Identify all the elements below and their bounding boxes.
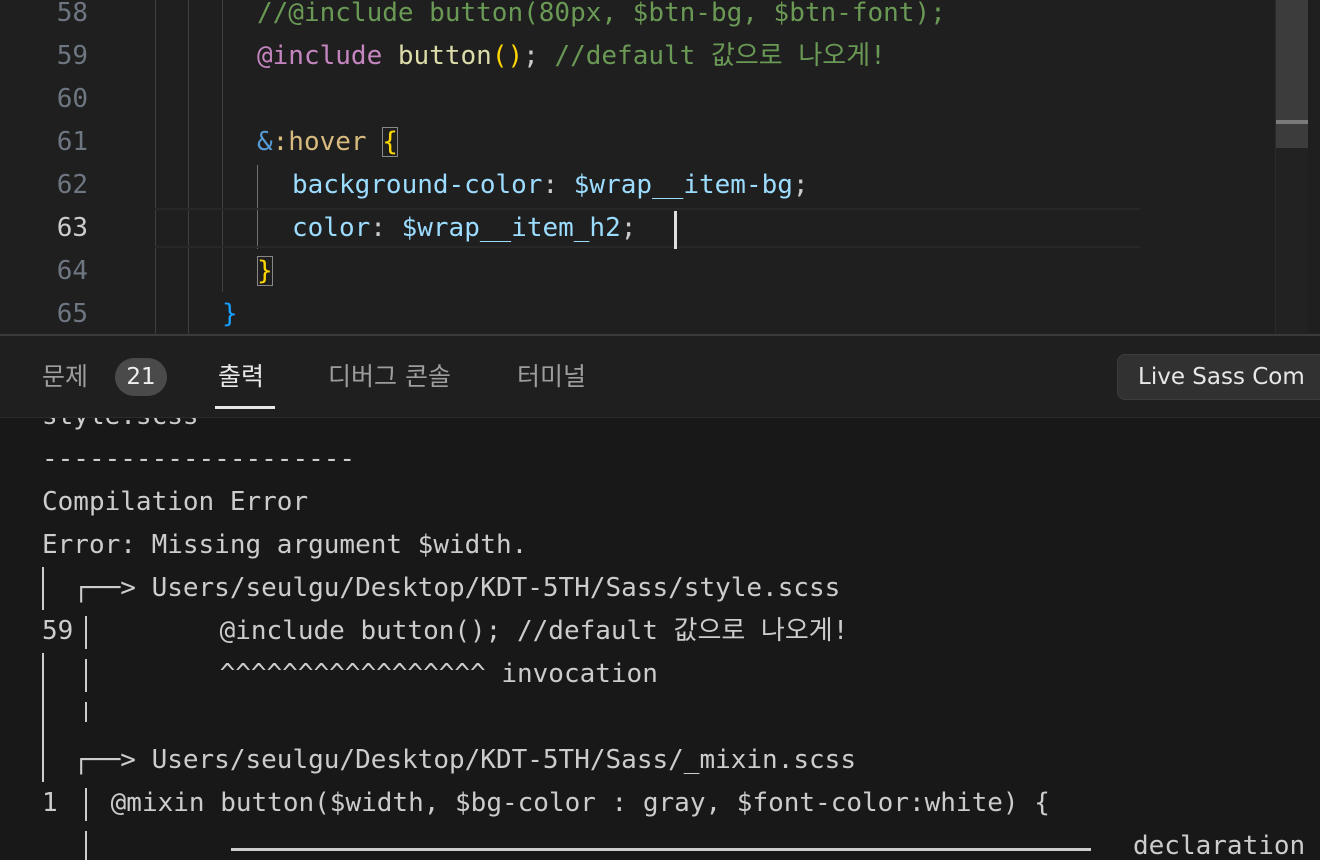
tab-problems[interactable]: 문제 <box>42 336 88 416</box>
code-area[interactable]: //@include button(80px, $btn-bg, $btn-fo… <box>0 0 1275 334</box>
code-punct: ; <box>620 213 637 243</box>
declaration-underline <box>231 848 1091 851</box>
active-tab-indicator <box>215 406 275 409</box>
code-line-63: color: $wrap__item_h2; <box>292 207 636 250</box>
code-pseudo-selector: :hover <box>272 127 367 157</box>
code-comment: //@include button(80px, $btn-bg, $btn-fo… <box>257 0 946 28</box>
code-function: button <box>397 41 492 71</box>
code-property: background-color <box>292 170 543 200</box>
editor-scrollbar[interactable] <box>1275 0 1308 334</box>
output-gutter-bar <box>85 831 87 860</box>
output-line-number: 59 <box>42 616 74 646</box>
code-brace-matched: { <box>382 127 398 157</box>
output-line: ┌──> Users/seulgu/Desktop/KDT-5TH/Sass/_… <box>42 745 856 775</box>
output-line: ^^^^^^^^^^^^^^^^^ invocation <box>110 659 658 689</box>
code-line-59: @include button(); //default 값으로 나오게! <box>257 35 886 78</box>
indent-guide <box>222 0 223 292</box>
code-brace-matched: } <box>257 256 273 286</box>
code-brace: } <box>222 299 238 329</box>
code-editor[interactable]: 58 59 60 61 62 63 64 65 //@include butto… <box>0 0 1320 334</box>
output-line: -------------------- <box>42 444 356 474</box>
output-gutter-bar <box>85 659 87 692</box>
code-punct: : <box>370 213 402 243</box>
code-line-62: background-color: $wrap__item-bg; <box>292 164 809 207</box>
output-channel-select[interactable]: Live Sass Com <box>1117 354 1320 400</box>
tab-output[interactable]: 출력 <box>218 336 264 416</box>
code-comment: //default 값으로 나오게! <box>554 41 886 71</box>
indent-guide <box>188 0 189 334</box>
text-cursor <box>674 211 677 249</box>
code-punct: : <box>542 170 574 200</box>
output-line: style.scss <box>42 418 199 438</box>
output-line: ┌──> Users/seulgu/Desktop/KDT-5TH/Sass/s… <box>42 573 841 603</box>
output-line: Error: Missing argument $width. <box>42 530 528 560</box>
code-property: color <box>292 213 371 243</box>
code-variable: $wrap__item-bg <box>573 170 793 200</box>
code-line-61: &:hover { <box>257 121 398 164</box>
code-keyword: @include <box>257 41 383 71</box>
output-line: declaration <box>1133 831 1306 860</box>
panel-tab-bar: 문제 21 출력 디버그 콘솔 터미널 Live Sass Com <box>0 336 1320 418</box>
indent-guide <box>155 0 156 334</box>
code-paren: ) <box>507 41 524 71</box>
output-line: @include button(); //default 값으로 나오게! <box>110 616 849 646</box>
code-punct: ; <box>792 170 809 200</box>
output-line-number: 1 <box>42 788 58 818</box>
output-gutter-bar <box>85 702 87 722</box>
code-line-64: } <box>257 250 273 293</box>
output-gutter-bar <box>85 788 87 821</box>
code-variable: $wrap__item_h2 <box>401 213 621 243</box>
output-gutter-bar <box>42 653 44 739</box>
scrollbar-thumb[interactable] <box>1276 0 1308 148</box>
code-punct: ; <box>523 41 539 71</box>
output-gutter-bar <box>85 616 87 649</box>
code-paren: ( <box>491 41 508 71</box>
problems-count-badge: 21 <box>115 358 167 396</box>
code-line-65: } <box>222 293 238 334</box>
code-line-58: //@include button(80px, $btn-bg, $btn-fo… <box>257 0 946 35</box>
output-line: @mixin button($width, $bg-color : gray, … <box>95 788 1050 818</box>
vscode-window: 58 59 60 61 62 63 64 65 //@include butto… <box>0 0 1320 860</box>
output-line: Compilation Error <box>42 487 309 517</box>
output-panel[interactable]: style.scss -------------------- Compilat… <box>0 418 1320 860</box>
code-ampersand: & <box>257 127 273 157</box>
tab-debug-console[interactable]: 디버그 콘솔 <box>328 336 451 416</box>
scrollbar-cursor-marker <box>1276 120 1308 124</box>
tab-terminal[interactable]: 터미널 <box>517 336 586 416</box>
